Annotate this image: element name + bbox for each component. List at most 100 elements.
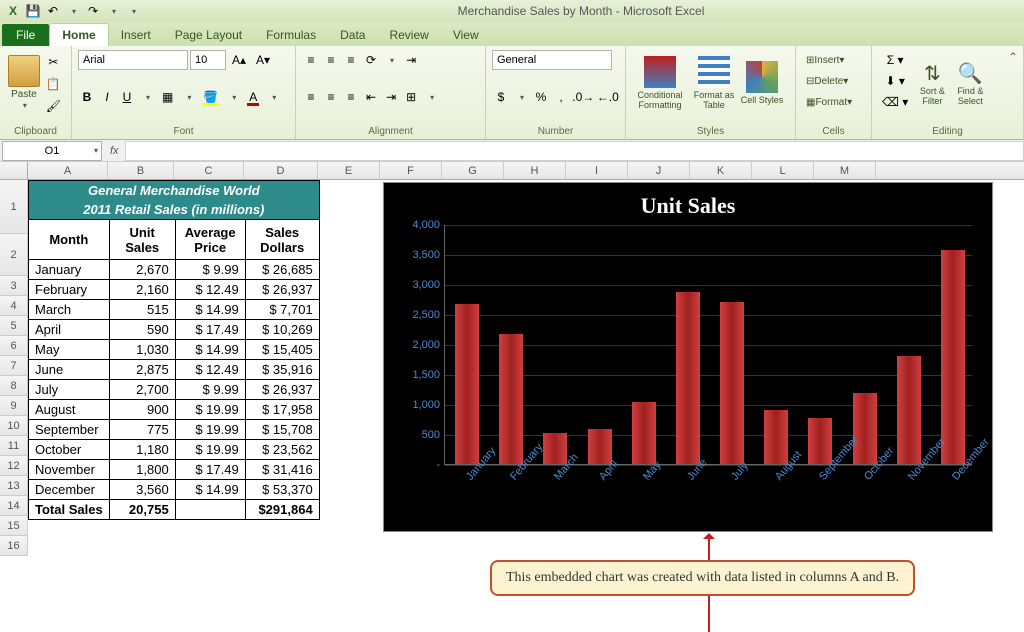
row-header-14[interactable]: 14 [0,496,28,516]
italic-button[interactable]: I [98,87,116,107]
percent-button[interactable]: % [532,87,550,107]
decrease-decimal-button[interactable]: ←.0 [597,87,620,107]
font-color-dropdown[interactable] [264,87,282,107]
row-header-8[interactable]: 8 [0,376,28,396]
table-cell[interactable]: April [29,320,110,340]
tab-formulas[interactable]: Formulas [254,24,328,46]
column-header-A[interactable]: A [28,162,108,179]
find-select-button[interactable]: 🔍 Find & Select [952,50,988,116]
decrease-indent-button[interactable]: ⇤ [362,87,380,107]
bold-button[interactable]: B [78,87,96,107]
font-color-button[interactable]: A [244,87,262,107]
column-header-H[interactable]: H [504,162,566,179]
qat-customize[interactable] [124,2,142,20]
format-as-table-button[interactable]: Format as Table [688,50,740,116]
tab-page-layout[interactable]: Page Layout [163,24,254,46]
conditional-formatting-button[interactable]: Conditional Formatting [632,50,688,116]
row-header-7[interactable]: 7 [0,356,28,376]
table-cell[interactable]: $ 17.49 [175,320,245,340]
redo-button[interactable]: ↷ [84,2,102,20]
column-header-E[interactable]: E [318,162,380,179]
row-header-1[interactable]: 1 [0,180,28,234]
column-header-K[interactable]: K [690,162,752,179]
merge-center-button[interactable]: ⊞ [402,87,420,107]
table-cell[interactable]: 590 [109,320,175,340]
row-header-16[interactable]: 16 [0,536,28,556]
table-cell[interactable]: $ 14.99 [175,300,245,320]
border-dropdown[interactable] [179,87,197,107]
row-header-4[interactable]: 4 [0,296,28,316]
currency-button[interactable]: $ [492,87,510,107]
orientation-button[interactable]: ⟳ [362,50,380,70]
fill-color-dropdown[interactable] [224,87,242,107]
table-cell[interactable]: $ 31,416 [245,460,319,480]
embedded-chart[interactable]: Unit Sales -5001,0001,5002,0002,5003,000… [383,182,993,532]
align-top-button[interactable]: ≡ [302,50,320,70]
tab-review[interactable]: Review [377,24,440,46]
save-button[interactable]: 💾 [24,2,42,20]
column-header-C[interactable]: C [174,162,244,179]
table-cell[interactable]: 3,560 [109,480,175,500]
table-cell[interactable]: May [29,340,110,360]
table-cell[interactable]: 1,030 [109,340,175,360]
table-cell[interactable]: 2,160 [109,280,175,300]
table-cell[interactable]: June [29,360,110,380]
row-header-11[interactable]: 11 [0,436,28,456]
table-cell[interactable]: July [29,380,110,400]
chart-bar[interactable] [853,393,877,464]
table-cell[interactable]: 1,800 [109,460,175,480]
underline-button[interactable]: U [118,87,136,107]
paste-button[interactable]: Paste [6,50,42,116]
select-all-corner[interactable] [0,162,28,180]
delete-cells-button[interactable]: ⊟ Delete ▾ [802,71,872,91]
table-cell[interactable]: August [29,400,110,420]
table-cell[interactable]: December [29,480,110,500]
chart-bar[interactable] [632,402,656,464]
excel-icon[interactable]: X [4,2,22,20]
table-cell[interactable]: $ 12.49 [175,280,245,300]
row-header-15[interactable]: 15 [0,516,28,536]
table-cell[interactable]: $ 19.99 [175,420,245,440]
tab-home[interactable]: Home [49,23,108,46]
table-cell[interactable]: $ 17.49 [175,460,245,480]
redo-dropdown[interactable] [104,2,122,20]
row-header-12[interactable]: 12 [0,456,28,476]
format-cells-button[interactable]: ▦ Format ▾ [802,92,872,112]
table-cell[interactable]: 2,700 [109,380,175,400]
table-cell[interactable]: $ 14.99 [175,340,245,360]
increase-decimal-button[interactable]: .0→ [572,87,595,107]
table-cell[interactable]: $ 17,958 [245,400,319,420]
chart-bar[interactable] [808,418,832,465]
align-middle-button[interactable]: ≡ [322,50,340,70]
font-size-select[interactable] [190,50,226,70]
align-right-button[interactable]: ≡ [342,87,360,107]
number-format-select[interactable] [492,50,612,70]
undo-dropdown[interactable] [64,2,82,20]
clear-button[interactable]: ⌫ ▾ [878,92,912,112]
grow-font-button[interactable]: A▴ [228,50,250,70]
name-box[interactable]: O1 [2,141,102,161]
tab-data[interactable]: Data [328,24,377,46]
table-cell[interactable]: November [29,460,110,480]
column-header-G[interactable]: G [442,162,504,179]
table-cell[interactable]: $ 15,405 [245,340,319,360]
minimize-ribbon-icon[interactable]: ⌃ [1008,50,1018,64]
table-total-cell[interactable]: $291,864 [245,500,319,520]
underline-dropdown[interactable] [138,87,156,107]
table-cell[interactable]: $ 53,370 [245,480,319,500]
table-cell[interactable]: $ 19.99 [175,440,245,460]
column-header-I[interactable]: I [566,162,628,179]
undo-button[interactable]: ↶ [44,2,62,20]
align-bottom-button[interactable]: ≡ [342,50,360,70]
table-total-cell[interactable]: 20,755 [109,500,175,520]
formula-input[interactable] [125,141,1024,161]
currency-dropdown[interactable] [512,87,530,107]
table-cell[interactable]: $ 14.99 [175,480,245,500]
table-cell[interactable]: 515 [109,300,175,320]
chart-bar[interactable] [764,410,788,464]
table-cell[interactable]: $ 15,708 [245,420,319,440]
row-header-13[interactable]: 13 [0,476,28,496]
fx-icon[interactable]: fx [104,145,125,157]
cell-styles-button[interactable]: Cell Styles [740,50,784,116]
chart-bar[interactable] [499,334,523,464]
